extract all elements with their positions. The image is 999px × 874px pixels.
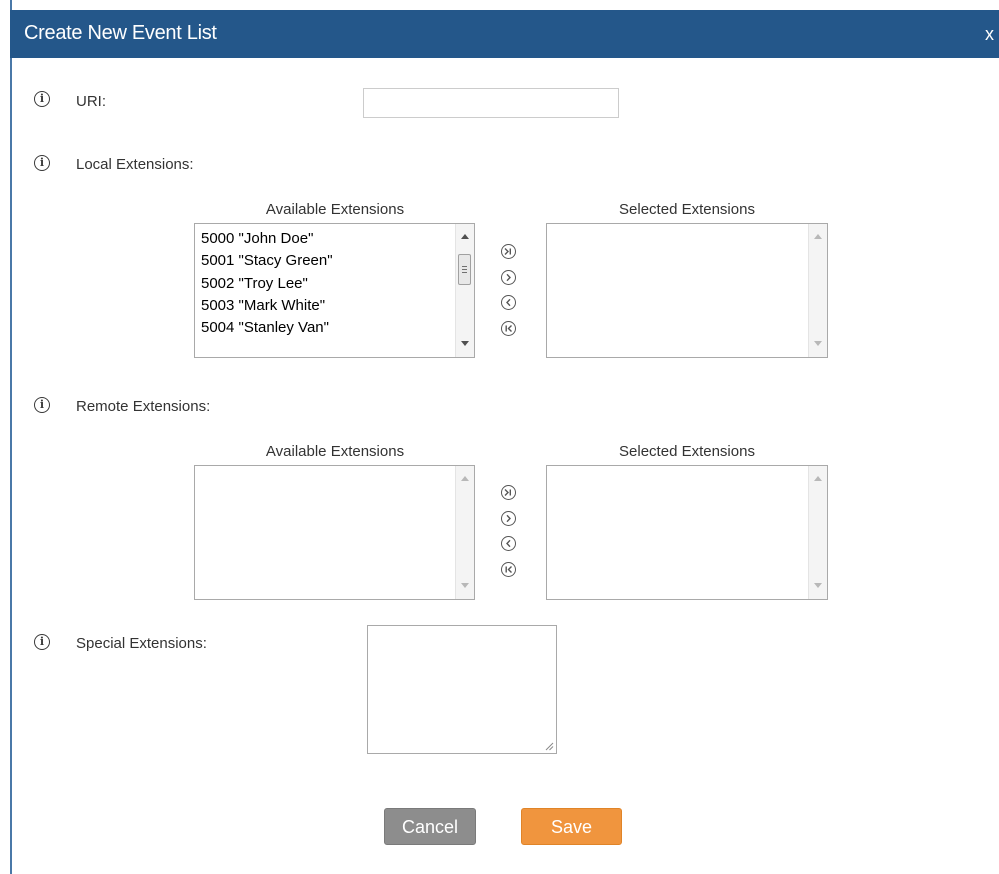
move-right-button[interactable] <box>501 269 516 285</box>
frame-edge <box>0 0 10 874</box>
save-button[interactable]: Save <box>521 808 622 845</box>
scroll-down-icon[interactable] <box>461 583 469 588</box>
scroll-up-icon[interactable] <box>461 234 469 239</box>
info-icon[interactable]: i <box>34 634 50 650</box>
dialog-left-border <box>10 0 12 874</box>
local-extensions-label: Local Extensions: <box>76 156 194 173</box>
info-icon[interactable]: i <box>34 155 50 171</box>
local-available-header: Available Extensions <box>265 201 405 218</box>
scrollbar[interactable] <box>455 224 474 357</box>
move-all-left-button[interactable] <box>501 561 516 577</box>
special-extensions-label: Special Extensions: <box>76 635 207 652</box>
double-chevron-right-icon <box>504 248 512 255</box>
close-button[interactable]: x <box>985 24 999 45</box>
scroll-up-icon[interactable] <box>814 234 822 239</box>
chevron-left-icon <box>506 539 511 548</box>
list-item[interactable]: 5004 "Stanley Van" <box>201 317 454 339</box>
scroll-thumb[interactable] <box>458 254 471 285</box>
list-item[interactable]: 5001 "Stacy Green" <box>201 250 454 272</box>
scroll-down-icon[interactable] <box>814 341 822 346</box>
move-all-left-button[interactable] <box>501 320 516 336</box>
scrollbar[interactable] <box>455 466 474 599</box>
dialog-title: Create New Event List <box>24 22 217 44</box>
remote-selected-list[interactable] <box>546 465 828 600</box>
local-selected-list[interactable] <box>546 223 828 358</box>
local-selected-header: Selected Extensions <box>619 201 755 218</box>
move-all-right-button[interactable] <box>501 244 516 259</box>
chevron-right-icon <box>506 514 511 522</box>
top-strip <box>0 0 999 10</box>
chevron-right-icon <box>506 273 511 281</box>
info-icon[interactable]: i <box>34 397 50 413</box>
double-chevron-left-icon <box>505 324 512 332</box>
info-icon[interactable]: i <box>34 91 50 107</box>
double-chevron-left-icon <box>505 565 512 573</box>
uri-input[interactable] <box>363 88 619 118</box>
remote-move-buttons <box>501 485 521 587</box>
remote-available-list[interactable] <box>194 465 475 600</box>
scroll-up-icon[interactable] <box>461 476 469 481</box>
move-left-button[interactable] <box>501 295 516 310</box>
double-chevron-right-icon <box>504 489 512 496</box>
scrollbar[interactable] <box>808 466 827 599</box>
remote-selected-header: Selected Extensions <box>619 443 755 460</box>
move-right-button[interactable] <box>501 510 516 526</box>
local-available-list[interactable]: 5000 "John Doe" 5001 "Stacy Green" 5002 … <box>194 223 475 358</box>
uri-label: URI: <box>76 93 106 110</box>
chevron-left-icon <box>506 298 511 307</box>
dialog-titlebar: Create New Event List x <box>10 10 999 58</box>
local-move-buttons <box>501 244 521 346</box>
cancel-button[interactable]: Cancel <box>384 808 476 845</box>
special-extensions-textarea[interactable] <box>367 625 557 754</box>
scroll-down-icon[interactable] <box>814 583 822 588</box>
list-item[interactable]: 5000 "John Doe" <box>201 228 454 250</box>
resize-grip-icon[interactable] <box>544 741 554 751</box>
move-all-right-button[interactable] <box>501 485 516 500</box>
remote-extensions-label: Remote Extensions: <box>76 398 211 415</box>
scroll-up-icon[interactable] <box>814 476 822 481</box>
remote-available-header: Available Extensions <box>265 443 405 460</box>
scrollbar[interactable] <box>808 224 827 357</box>
list-item[interactable]: 5002 "Troy Lee" <box>201 273 454 295</box>
list-item[interactable]: 5003 "Mark White" <box>201 295 454 317</box>
scroll-down-icon[interactable] <box>461 341 469 346</box>
move-left-button[interactable] <box>501 536 516 551</box>
